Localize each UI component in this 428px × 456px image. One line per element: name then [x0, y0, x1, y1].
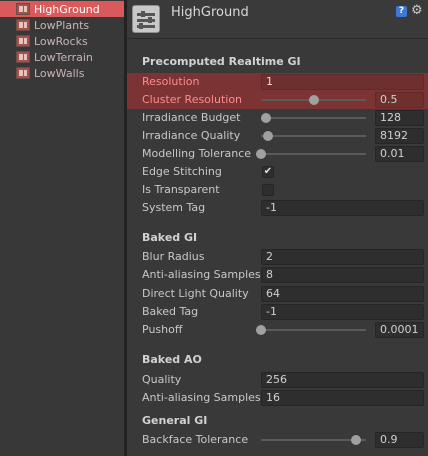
- row-baked-tag: Baked Tag -1: [127, 303, 428, 321]
- field-label: Is Transparent: [142, 183, 220, 196]
- field-label: Irradiance Budget: [142, 111, 241, 124]
- field-label: Anti-aliasing Samples: [142, 268, 261, 281]
- row-modelling-tolerance: Modelling Tolerance 0.01: [127, 145, 428, 163]
- pushoff-slider[interactable]: [256, 325, 366, 335]
- lightmap-parameters-icon: [132, 5, 160, 33]
- system-tag-field[interactable]: -1: [261, 200, 424, 216]
- project-item-label: LowRocks: [34, 34, 88, 48]
- cluster-resolution-slider[interactable]: [261, 95, 366, 105]
- blur-radius-field[interactable]: 2: [261, 249, 424, 265]
- prefab-icon: [16, 35, 30, 47]
- field-label: Edge Stitching: [142, 165, 222, 178]
- field-label: Anti-aliasing Samples: [142, 391, 261, 404]
- modelling-tolerance-field[interactable]: 0.01: [375, 146, 424, 162]
- project-item-lowrocks[interactable]: LowRocks: [0, 33, 124, 49]
- section-baked-ao: Baked AO: [142, 353, 202, 366]
- row-irradiance-budget: Irradiance Budget 128: [127, 109, 428, 127]
- asset-title: HighGround: [171, 5, 249, 20]
- row-backface-tolerance: Backface Tolerance 0.9: [127, 431, 428, 449]
- inspector-header: HighGround ? ⚙: [127, 0, 428, 39]
- slider-thumb[interactable]: [256, 325, 266, 335]
- field-label: Baked Tag: [142, 305, 199, 318]
- field-label: Cluster Resolution: [142, 93, 243, 106]
- prefab-icon: [16, 3, 30, 15]
- section-baked-gi: Baked GI: [142, 231, 198, 244]
- irradiance-budget-slider[interactable]: [261, 113, 366, 123]
- cluster-resolution-field[interactable]: 0.5: [375, 92, 424, 108]
- aa-samples-ao-field[interactable]: 16: [261, 390, 424, 406]
- row-pushoff: Pushoff 0.0001: [127, 321, 428, 339]
- direct-light-quality-field[interactable]: 64: [261, 286, 424, 302]
- project-item-label: LowTerrain: [34, 50, 93, 64]
- row-resolution: Resolution 1: [127, 73, 428, 91]
- field-label: Modelling Tolerance: [142, 147, 252, 160]
- prefab-icon: [16, 67, 30, 79]
- row-cluster-resolution: Cluster Resolution 0.5: [127, 91, 428, 109]
- aa-samples-baked-field[interactable]: 8: [261, 267, 424, 283]
- slider-thumb[interactable]: [263, 131, 274, 141]
- slider-thumb[interactable]: [308, 95, 319, 105]
- slider-thumb[interactable]: [261, 113, 272, 123]
- field-label: Resolution: [142, 75, 200, 88]
- field-label: Blur Radius: [142, 250, 205, 263]
- project-item-label: HighGround: [34, 2, 100, 16]
- section-general-gi: General GI: [142, 414, 208, 427]
- row-aa-samples-baked: Anti-aliasing Samples 8: [127, 266, 428, 284]
- modelling-tolerance-slider[interactable]: [256, 149, 366, 159]
- project-item-lowterrain[interactable]: LowTerrain: [0, 49, 124, 65]
- gear-icon[interactable]: ⚙: [411, 3, 423, 18]
- irradiance-budget-field[interactable]: 128: [375, 110, 424, 126]
- row-is-transparent: Is Transparent: [127, 181, 428, 199]
- prefab-icon: [16, 19, 30, 31]
- slider-thumb[interactable]: [256, 149, 266, 159]
- field-label: System Tag: [142, 201, 206, 214]
- project-item-lowplants[interactable]: LowPlants: [0, 17, 124, 33]
- irradiance-quality-slider[interactable]: [261, 131, 366, 141]
- prefab-icon: [16, 51, 30, 63]
- project-item-highground[interactable]: HighGround: [0, 1, 124, 17]
- ao-quality-field[interactable]: 256: [261, 372, 424, 388]
- row-quality: Quality 256: [127, 371, 428, 389]
- row-edge-stitching: Edge Stitching ✔: [127, 163, 428, 181]
- project-panel: HighGround LowPlants LowRocks LowTerrain…: [0, 0, 124, 456]
- field-label: Irradiance Quality: [142, 129, 241, 142]
- field-label: Quality: [142, 373, 182, 386]
- edge-stitching-checkbox[interactable]: ✔: [262, 166, 274, 178]
- section-realtime-gi: Precomputed Realtime GI: [142, 55, 301, 68]
- row-blur-radius: Blur Radius 2: [127, 248, 428, 266]
- slider-thumb[interactable]: [350, 435, 361, 445]
- project-item-lowwalls[interactable]: LowWalls: [0, 65, 124, 81]
- row-aa-samples-ao: Anti-aliasing Samples 16: [127, 389, 428, 407]
- backface-tolerance-field[interactable]: 0.9: [375, 432, 424, 448]
- help-icon[interactable]: ?: [396, 6, 407, 17]
- field-label: Backface Tolerance: [142, 433, 249, 446]
- field-label: Direct Light Quality: [142, 287, 249, 300]
- pushoff-field[interactable]: 0.0001: [375, 322, 424, 338]
- project-item-label: LowPlants: [34, 18, 90, 32]
- baked-tag-field[interactable]: -1: [261, 304, 424, 320]
- backface-tolerance-slider[interactable]: [261, 435, 366, 445]
- project-item-label: LowWalls: [34, 66, 85, 80]
- row-direct-light-quality: Direct Light Quality 64: [127, 285, 428, 303]
- row-irradiance-quality: Irradiance Quality 8192: [127, 127, 428, 145]
- row-system-tag: System Tag -1: [127, 199, 428, 217]
- field-label: Pushoff: [142, 323, 183, 336]
- resolution-field[interactable]: 1: [261, 74, 424, 90]
- inspector-panel: HighGround ? ⚙ Precomputed Realtime GI R…: [127, 0, 428, 456]
- is-transparent-checkbox[interactable]: [262, 184, 274, 196]
- irradiance-quality-field[interactable]: 8192: [375, 128, 424, 144]
